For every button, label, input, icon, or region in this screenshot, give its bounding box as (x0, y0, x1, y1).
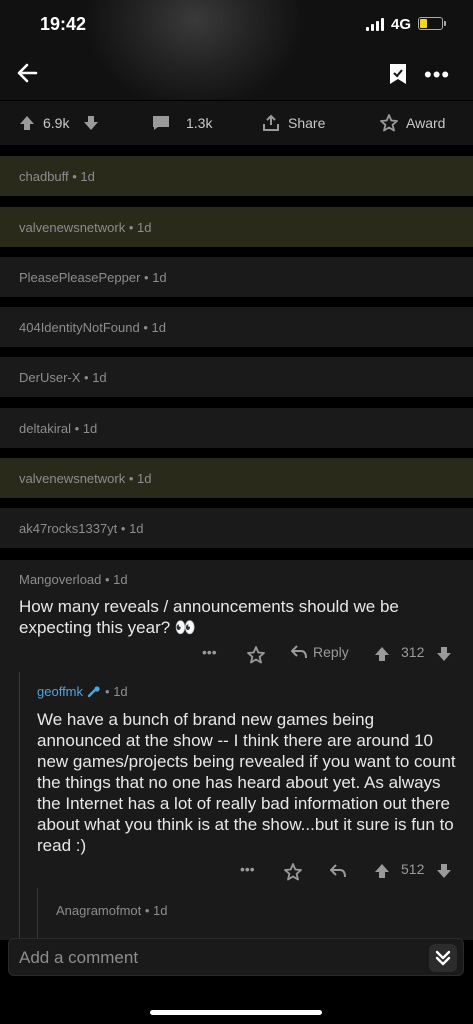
award-icon[interactable] (284, 863, 302, 881)
bookmark-icon[interactable] (388, 63, 408, 85)
collapsed-comment[interactable]: valvenewsnetwork • 1d (0, 207, 473, 247)
comment-more-button[interactable]: ••• (240, 861, 255, 877)
comment-body: How many reveals / announcements should … (19, 597, 399, 637)
award-icon (380, 114, 398, 132)
reply-icon[interactable] (330, 864, 346, 878)
comment-thread: Mangoverload • 1d How many reveals / ann… (0, 560, 473, 940)
comment-count: 1.3k (186, 115, 213, 131)
comment-actions: ••• 512 (0, 861, 473, 883)
upvote-count: 6.9k (43, 115, 70, 131)
collapsed-comment[interactable]: chadbuff • 1d (0, 156, 473, 196)
share-label: Share (288, 115, 326, 131)
comment-meta: chadbuff • 1d (19, 168, 95, 184)
top-nav: ••• (0, 55, 473, 95)
status-time: 19:42 (40, 14, 87, 34)
signal-icon (366, 18, 384, 31)
comment-author[interactable]: Anagramofmot • 1d (56, 903, 168, 918)
reply-icon (291, 645, 307, 659)
reply-button[interactable]: Reply (291, 644, 349, 660)
comment-meta: valvenewsnetwork • 1d (19, 219, 152, 235)
downvote-icon[interactable] (83, 115, 99, 131)
collapse-threads-button[interactable] (429, 944, 457, 972)
comments-button[interactable]: 1.3k (152, 115, 212, 131)
thread-line (37, 888, 38, 940)
collapsed-comment[interactable]: deltakiral • 1d (0, 408, 473, 448)
more-options-button[interactable]: ••• (424, 64, 450, 86)
share-button[interactable]: Share (262, 114, 325, 132)
status-bar: 19:42 4G (0, 0, 473, 52)
home-indicator (150, 1010, 322, 1015)
vote-count: 512 (401, 861, 425, 877)
upvote-icon[interactable] (374, 646, 390, 662)
award-button[interactable]: Award (380, 114, 445, 132)
wrench-icon (87, 685, 100, 697)
share-icon (263, 114, 279, 131)
award-label: Award (406, 115, 446, 131)
battery-icon (418, 17, 446, 30)
comment-icon (153, 116, 169, 130)
post-action-bar: 6.9k 1.3k Share Award (0, 101, 473, 145)
collapsed-comment[interactable]: PleasePleasePepper • 1d (0, 257, 473, 297)
downvote-icon[interactable] (436, 863, 452, 879)
collapsed-comment[interactable]: valvenewsnetwork • 1d (0, 458, 473, 498)
vote-group: 6.9k (19, 115, 99, 131)
comment-meta: DerUser-X • 1d (19, 369, 107, 385)
comment-actions: ••• Reply 312 (0, 644, 473, 666)
comment-author[interactable]: Mangoverload • 1d (19, 572, 128, 587)
collapsed-comment[interactable]: ak47rocks1337yt • 1d (0, 508, 473, 548)
comment-meta: PleasePleasePepper • 1d (19, 269, 167, 285)
comment-meta: valvenewsnetwork • 1d (19, 470, 152, 486)
collapsed-comment[interactable]: DerUser-X • 1d (0, 357, 473, 397)
comment-more-button[interactable]: ••• (202, 644, 217, 660)
vote-count: 312 (401, 644, 425, 660)
arrow-left-icon[interactable] (14, 59, 42, 87)
add-comment-input[interactable] (19, 945, 399, 971)
upvote-icon[interactable] (19, 115, 35, 131)
downvote-icon[interactable] (436, 646, 452, 662)
reply-label: Reply (313, 644, 349, 660)
chevron-double-down-icon (435, 950, 451, 966)
comment-body: We have a bunch of brand new games being… (37, 710, 456, 855)
thread-line (19, 672, 20, 940)
collapsed-comment[interactable]: 404IdentityNotFound • 1d (0, 307, 473, 347)
network-type: 4G (391, 16, 412, 33)
award-icon[interactable] (247, 646, 265, 664)
comment-author[interactable]: geoffmk • 1d (37, 684, 128, 699)
comment-composer (8, 938, 464, 976)
upvote-icon[interactable] (374, 863, 390, 879)
comment-meta: ak47rocks1337yt • 1d (19, 520, 144, 536)
comment-meta: deltakiral • 1d (19, 420, 98, 436)
comment-meta: 404IdentityNotFound • 1d (19, 319, 166, 335)
